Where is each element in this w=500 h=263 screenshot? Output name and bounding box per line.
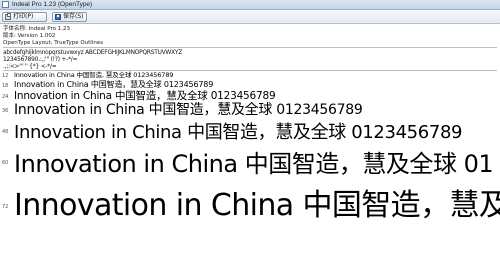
sample-row: 24 Innovation in China 中国智造，慧及全球 0123456… <box>0 90 500 102</box>
size-label: 36 <box>2 108 9 114</box>
font-features: OpenType Layout, TrueType Outlines <box>3 40 104 46</box>
font-info: 字体名称: Indeal Pro 1.23 版本: Version 1.002 … <box>3 26 497 47</box>
sample-text: Innovation in China 中国智造，慧及全球 0123456789 <box>14 122 463 143</box>
size-label: 48 <box>2 129 9 135</box>
save-button-label: 保存(S) <box>63 13 84 20</box>
font-version: 版本: Version 1.002 <box>3 33 56 39</box>
sample-text: Innovation in China 中国智造，慧及全球 <box>14 188 500 223</box>
window-title: Indeal Pro 1.23 (OpenType) <box>12 1 93 8</box>
size-label: 72 <box>2 204 9 210</box>
sample-text: Innovation in China 中国智造，慧及全球 0123456789 <box>14 102 363 118</box>
size-label: 60 <box>2 160 9 166</box>
sample-row: 48 Innovation in China 中国智造，慧及全球 0123456… <box>0 119 500 146</box>
sample-row: 36 Innovation in China 中国智造，慧及全球 0123456… <box>0 102 500 119</box>
sample-text: Innovation in China 中国智造，慧及全球 01 <box>14 150 494 178</box>
printer-icon <box>5 13 11 20</box>
font-app-icon <box>2 1 9 8</box>
title-bar: Indeal Pro 1.23 (OpenType) <box>0 0 500 10</box>
charset-line-3: .,;:<>"' '' {*} <-*/= <box>3 62 57 70</box>
sample-row: 12 Innovation in China 中国智造, 慧及全球 012345… <box>0 71 500 80</box>
sample-text: Innovation in China 中国智造，慧及全球 0123456789 <box>14 90 276 102</box>
sample-row: 18 Innovation in China 中国智造，慧及全球 0123456… <box>0 80 500 90</box>
toolbar: 打印(P) 保存(S) <box>0 10 500 24</box>
print-button[interactable]: 打印(P) <box>2 12 47 22</box>
print-button-label: 打印(P) <box>13 13 34 20</box>
font-name: 字体名称: Indeal Pro 1.23 <box>3 26 70 32</box>
save-icon <box>55 14 61 20</box>
save-button[interactable]: 保存(S) <box>52 12 87 22</box>
size-label: 18 <box>2 83 9 89</box>
sample-row: 60 Innovation in China 中国智造，慧及全球 01 <box>0 146 500 182</box>
size-label: 12 <box>2 73 9 79</box>
sample-text: Innovation in China 中国智造，慧及全球 0123456789 <box>14 80 214 89</box>
sample-text: Innovation in China 中国智造, 慧及全球 012345678… <box>14 71 174 79</box>
size-label: 24 <box>2 94 9 100</box>
sample-row: 72 Innovation in China 中国智造，慧及全球 <box>0 182 500 232</box>
